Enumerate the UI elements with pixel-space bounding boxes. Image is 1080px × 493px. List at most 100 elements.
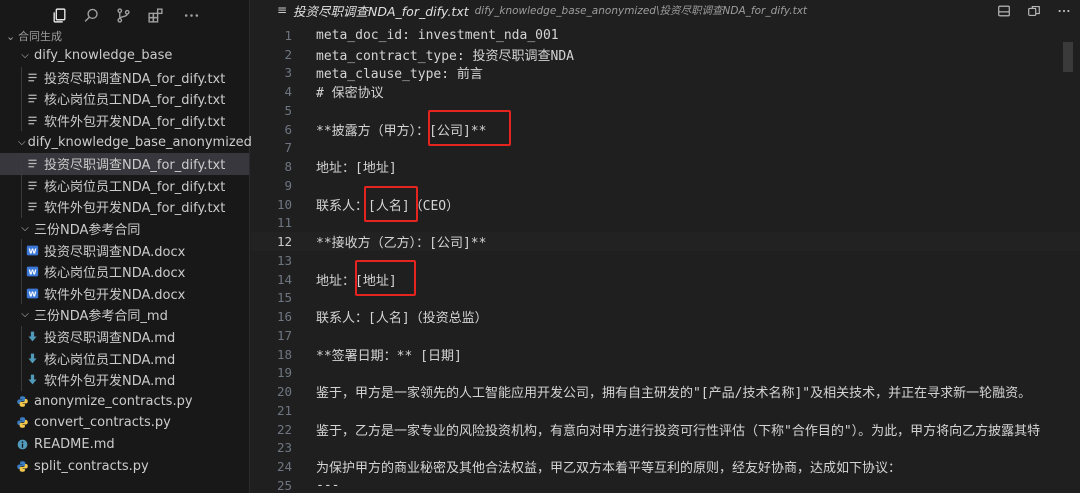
tree-item-label: 软件外包开发NDA.md (44, 374, 176, 390)
file-item[interactable]: 软件外包开发NDA_for_dify.txt (0, 196, 249, 218)
tab-breadcrumb-path: dify_knowledge_base_anonymized\投资尽职调查NDA… (474, 4, 808, 17)
file-item[interactable]: 核心岗位员工NDA_for_dify.txt (0, 88, 249, 110)
split-editor-icon[interactable] (1026, 3, 1042, 19)
source-control-icon[interactable] (114, 6, 132, 24)
file-item[interactable]: 软件外包开发NDA_for_dify.txt (0, 109, 249, 132)
code-line[interactable]: 23 (251, 439, 1080, 458)
code-line[interactable]: 5 (251, 101, 1080, 120)
tree-item-label: 核心岗位员工NDA.docx (44, 266, 186, 282)
code-line[interactable]: 24 为保护甲方的商业秘密及其他合法权益，甲乙双方本着平等互利的原则，经友好协商，… (251, 457, 1080, 476)
code-line[interactable]: 19 (251, 364, 1080, 383)
highlight-box-company (428, 110, 511, 146)
indent-guide (21, 88, 22, 110)
indent-guide (21, 66, 22, 89)
indent-guide (21, 282, 22, 305)
workspace-name: 合同生成 (18, 30, 62, 43)
explorer-section-header[interactable]: ⌄ 合同生成 (0, 30, 249, 44)
file-item[interactable]: 投资尽职调查NDA.md (0, 325, 249, 348)
code-line[interactable]: 3 meta_clause_type: 前言 (251, 64, 1080, 83)
code-line[interactable]: 16 联系人：[人名]（投资总监） (251, 307, 1080, 326)
folder-item[interactable]: ⌵ dify_knowledge_base_anonymized (14, 131, 252, 153)
line-number: 19 (276, 365, 292, 381)
line-number: 10 (276, 196, 292, 212)
line-number: 15 (276, 290, 292, 306)
line-text: meta_clause_type: 前言 (316, 67, 483, 83)
code-line[interactable]: 8 地址：[地址] (251, 157, 1080, 176)
code-line[interactable]: 1 meta_doc_id: investment_nda_001 (251, 26, 1080, 45)
line-number: 12 (276, 234, 292, 250)
line-number: 13 (276, 252, 292, 268)
line-text: 鉴于，甲方是一家领先的人工智能应用开发公司，拥有自主研发的"[产品/技术名称]"… (316, 386, 1032, 402)
chevron-down-icon: ⌄ (6, 30, 16, 43)
line-number: 17 (276, 327, 292, 343)
line-number: 5 (284, 102, 292, 118)
code-line[interactable]: 25 --- (251, 476, 1080, 493)
line-number: 7 (284, 140, 292, 156)
text-file-icon (24, 92, 40, 105)
tree-item-label: 三份NDA参考合同_md (34, 309, 168, 325)
extensions-icon[interactable] (146, 6, 164, 24)
code-line[interactable]: 12 **接收方（乙方）：[公司]** (251, 232, 1080, 251)
chevron-down-icon: ⌵ (21, 309, 29, 321)
folder-item[interactable]: ⌵ dify_knowledge_base (14, 45, 249, 67)
file-item[interactable]: 核心岗位员工NDA_for_dify.txt (0, 174, 249, 197)
vertical-scrollbar-thumb[interactable] (1063, 42, 1073, 72)
editor-area: ≡ 投资尽职调查NDA_for_dify.txt dify_knowledge_… (251, 0, 1080, 493)
file-item[interactable]: README.md (0, 434, 249, 456)
code-line[interactable]: 21 (251, 401, 1080, 420)
file-item[interactable]: split_contracts.py (0, 455, 249, 477)
search-icon[interactable] (82, 6, 100, 24)
code-line[interactable]: 2 meta_contract_type: 投资尽职调查NDA (251, 45, 1080, 64)
folder-item[interactable]: ⌵ 三份NDA参考合同 (14, 218, 249, 240)
line-text: meta_contract_type: 投资尽职调查NDA (316, 48, 575, 64)
code-line[interactable]: 4 # 保密协议 (251, 82, 1080, 101)
folder-item[interactable]: ⌵ 三份NDA参考合同_md (14, 304, 249, 326)
line-number: 16 (276, 309, 292, 325)
line-number: 20 (276, 384, 292, 400)
more-icon[interactable] (182, 6, 200, 24)
svg-text:W: W (28, 289, 36, 298)
line-text: 联系人：[人名]（投资总监） (316, 311, 488, 327)
file-item[interactable]: 软件外包开发NDA.md (0, 368, 249, 391)
python-file-icon (14, 395, 30, 408)
file-item[interactable]: W 核心岗位员工NDA.docx (0, 260, 249, 283)
line-number: 4 (284, 84, 292, 100)
file-item[interactable]: 投资尽职调查NDA_for_dify.txt (0, 66, 249, 89)
file-item[interactable]: 核心岗位员工NDA.md (0, 347, 249, 369)
toggle-panel-icon[interactable] (996, 3, 1012, 19)
markdown-download-icon (24, 330, 40, 343)
line-number: 25 (276, 477, 292, 493)
file-item[interactable]: anonymize_contracts.py (0, 391, 249, 413)
tree-item-label: dify_knowledge_base (34, 48, 173, 64)
text-file-icon: ≡ (277, 3, 288, 17)
code-line[interactable]: 22 鉴于，乙方是一家专业的风险投资机构，有意向对甲方进行投资可行性评估（下称"合… (251, 420, 1080, 439)
file-item[interactable]: convert_contracts.py (0, 412, 249, 434)
line-number: 2 (284, 46, 292, 62)
indent-guide (21, 325, 22, 348)
line-number: 21 (276, 402, 292, 418)
tree-item-label: 投资尽职调查NDA.md (44, 331, 176, 347)
explorer-icon[interactable] (50, 6, 68, 24)
word-file-icon: W (24, 244, 40, 257)
line-text: 为保护甲方的商业秘密及其他合法权益，甲乙双方本着平等互利的原则，经友好协商，达成… (316, 461, 902, 477)
code-line[interactable]: 20 鉴于，甲方是一家领先的人工智能应用开发公司，拥有自主研发的"[产品/技术名称… (251, 382, 1080, 401)
code-line[interactable]: 18 **签署日期：** [日期] (251, 345, 1080, 364)
tab-title[interactable]: 投资尽职调查NDA_for_dify.txt (293, 1, 469, 20)
file-item[interactable]: 投资尽职调查NDA_for_dify.txt (0, 152, 249, 175)
indent-guide (21, 174, 22, 197)
highlight-box-address (355, 260, 416, 296)
file-item[interactable]: W 软件外包开发NDA.docx (0, 282, 249, 305)
code-line[interactable]: 17 (251, 326, 1080, 345)
code-line[interactable]: 7 (251, 139, 1080, 158)
indent-guide (21, 196, 22, 218)
line-text: meta_doc_id: investment_nda_001 (316, 27, 559, 43)
more-actions-icon[interactable] (1056, 3, 1072, 19)
line-number: 23 (276, 440, 292, 456)
file-tree: ⌵ dify_knowledge_base 投资尽职调查NDA_for_dify.t… (0, 45, 252, 477)
code-line[interactable]: 6 **披露方（甲方）：[公司]** (251, 120, 1080, 139)
tree-item-label: 投资尽职调查NDA.docx (44, 244, 186, 260)
text-file-icon (24, 179, 40, 192)
file-item[interactable]: W 投资尽职调查NDA.docx (0, 239, 249, 261)
line-number: 6 (284, 121, 292, 137)
text-file-icon (24, 200, 40, 213)
